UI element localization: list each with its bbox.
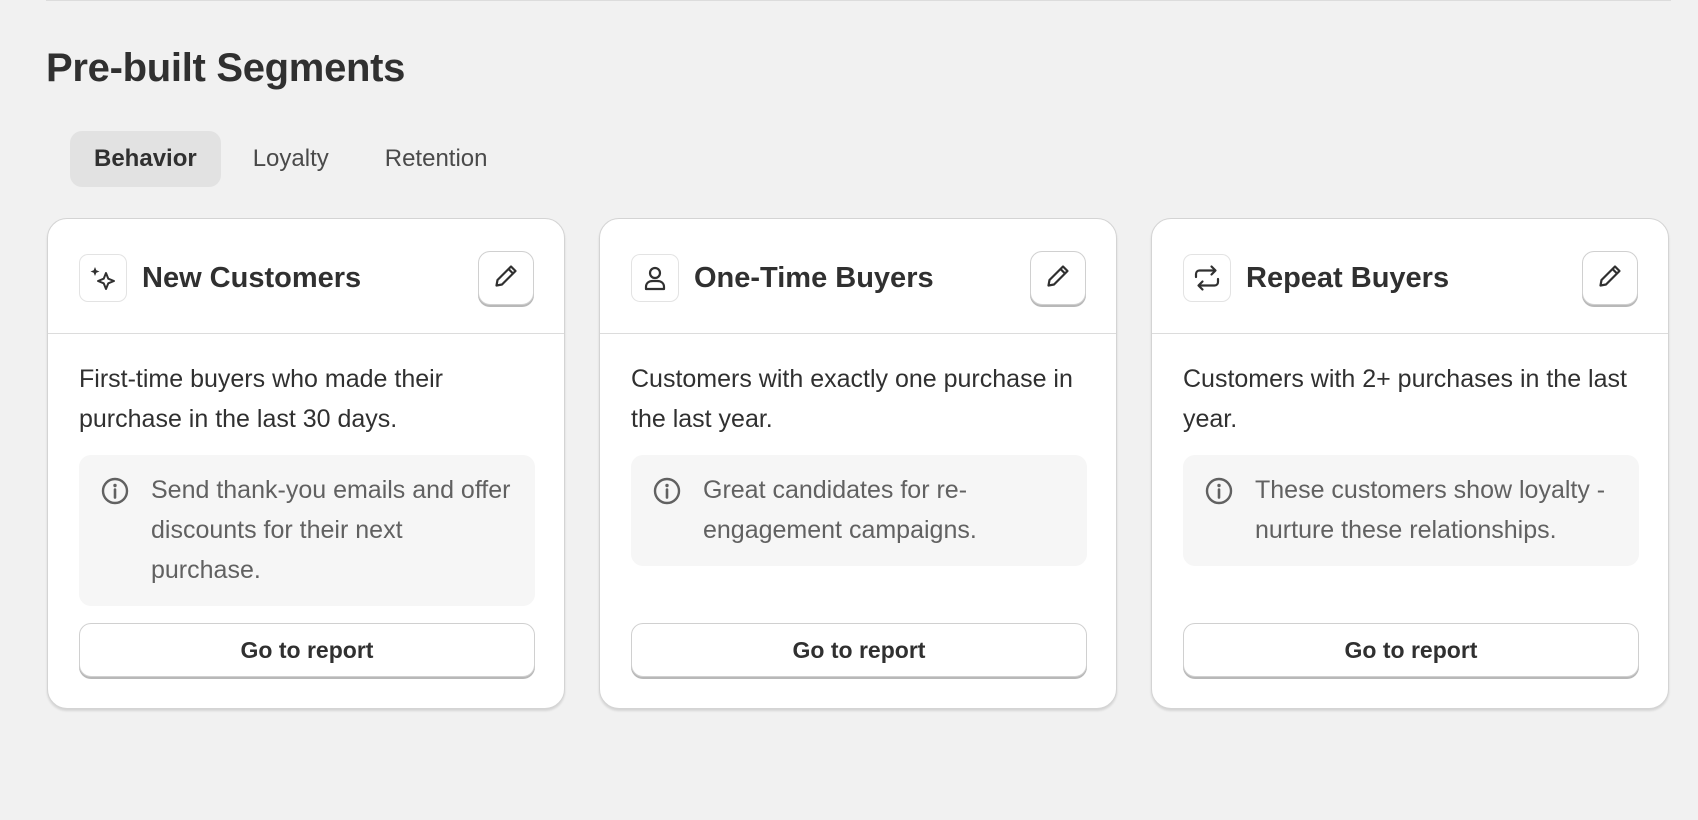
segment-card-repeat-buyers: Repeat Buyers Customers with 2+ purchase… xyxy=(1151,218,1669,709)
tab-behavior[interactable]: Behavior xyxy=(70,131,221,187)
page-title: Pre-built Segments xyxy=(46,46,406,90)
card-header: One-Time Buyers xyxy=(600,219,1116,334)
info-icon xyxy=(652,476,682,506)
edit-button[interactable] xyxy=(1582,251,1638,305)
card-description: First-time buyers who made their purchas… xyxy=(79,365,444,433)
segments-page: Pre-built Segments Behavior Loyalty Rete… xyxy=(0,0,1698,820)
segment-cards: New Customers First-time buyers who made… xyxy=(47,218,1669,709)
edit-button[interactable] xyxy=(1030,251,1086,305)
person-icon xyxy=(631,254,679,302)
info-icon xyxy=(100,476,130,506)
card-description: Customers with exactly one purchase in t… xyxy=(631,365,1073,433)
card-note: Send thank-you emails and offer discount… xyxy=(79,455,535,606)
card-title: New Customers xyxy=(142,262,362,294)
pencil-icon xyxy=(492,262,520,295)
tab-loyalty[interactable]: Loyalty xyxy=(229,131,353,187)
card-title: One-Time Buyers xyxy=(694,262,934,294)
go-to-report-button[interactable]: Go to report xyxy=(631,623,1087,677)
go-to-report-button[interactable]: Go to report xyxy=(79,623,535,677)
note-text: Send thank-you emails and offer discount… xyxy=(151,476,511,584)
top-divider xyxy=(46,0,1671,1)
card-description: Customers with 2+ purchases in the last … xyxy=(1183,365,1627,433)
segment-card-new-customers: New Customers First-time buyers who made… xyxy=(47,218,565,709)
pencil-icon xyxy=(1596,262,1624,295)
go-to-report-button[interactable]: Go to report xyxy=(1183,623,1639,677)
note-text: Great candidates for re-engagement campa… xyxy=(703,476,977,544)
tab-retention[interactable]: Retention xyxy=(361,131,512,187)
repeat-icon xyxy=(1183,254,1231,302)
pencil-icon xyxy=(1044,262,1072,295)
note-text: These customers show loyalty - nurture t… xyxy=(1255,476,1606,544)
card-title: Repeat Buyers xyxy=(1246,262,1450,294)
segment-card-one-time-buyers: One-Time Buyers Customers with exactly o… xyxy=(599,218,1117,709)
card-note: Great candidates for re-engagement campa… xyxy=(631,455,1087,566)
segment-tabs: Behavior Loyalty Retention xyxy=(70,131,520,187)
card-header: New Customers xyxy=(48,219,564,334)
edit-button[interactable] xyxy=(478,251,534,305)
card-header: Repeat Buyers xyxy=(1152,219,1668,334)
card-note: These customers show loyalty - nurture t… xyxy=(1183,455,1639,566)
sparkle-icon xyxy=(79,254,127,302)
info-icon xyxy=(1204,476,1234,506)
